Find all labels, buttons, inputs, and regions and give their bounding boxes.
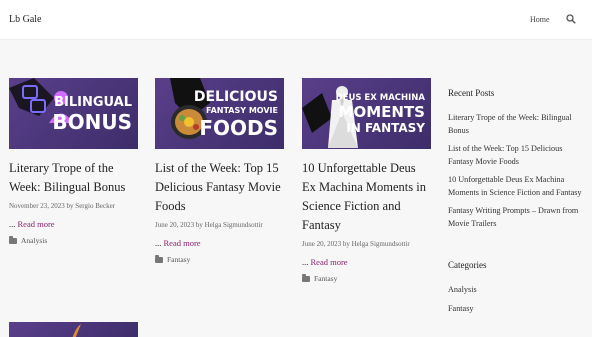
post-meta: November 23, 2023 by Sergio Becker — [9, 202, 139, 210]
post-thumbnail[interactable]: DEUS EX MACHINA MOMENTS IN FANTASY — [302, 78, 431, 149]
folder-icon — [9, 235, 17, 244]
post-title[interactable]: Literary Trope of the Week: Bilingual Bo… — [9, 159, 139, 197]
excerpt: ... Read more — [155, 238, 285, 248]
thumb-line: BILINGUAL — [54, 95, 132, 110]
post-title[interactable]: List of the Week: Top 15 Delicious Fanta… — [155, 159, 285, 216]
thumb-line: FANTASY MOVIE — [206, 106, 278, 115]
recent-post-link[interactable]: 10 Unforgettable Deus Ex Machina Moments… — [448, 174, 583, 199]
post-date[interactable]: June 20, 2023 — [155, 221, 194, 229]
thumb-line: BONUS — [52, 110, 132, 134]
excerpt-ellipsis: ... — [302, 257, 309, 267]
by-label: by — [66, 202, 74, 210]
search-icon[interactable] — [566, 14, 576, 24]
post-date[interactable]: June 20, 2023 — [302, 240, 341, 248]
post-author[interactable]: Helga Sigmundsottir — [205, 221, 263, 229]
post-thumbnail[interactable]: DELICIOUS FANTASY MOVIE FOODS — [155, 78, 284, 149]
excerpt-ellipsis: ... — [155, 238, 162, 248]
categories-widget: Categories Analysis Fantasy — [448, 260, 583, 315]
excerpt: ... Read more — [9, 219, 139, 229]
by-label: by — [342, 240, 350, 248]
feather-icon — [72, 324, 81, 337]
recent-post-link[interactable]: List of the Week: Top 15 Delicious Fanta… — [448, 143, 583, 168]
post-date[interactable]: November 23, 2023 — [9, 202, 65, 210]
excerpt-ellipsis: ... — [9, 219, 16, 229]
post-thumbnail[interactable] — [9, 322, 138, 337]
post-category: Analysis — [9, 235, 139, 245]
read-more-link[interactable]: Read more — [311, 257, 348, 267]
post-category: Fantasy — [302, 273, 432, 283]
recent-posts-title: Recent Posts — [448, 88, 495, 98]
post-author[interactable]: Sergio Becker — [75, 202, 115, 210]
excerpt: ... Read more — [302, 257, 432, 267]
nav-home-link[interactable]: Home — [530, 15, 550, 24]
post-card: BILINGUAL BONUS Literary Trope of the We… — [9, 78, 139, 245]
categories-title: Categories — [448, 260, 487, 270]
thumb-line: IN FANTASY — [346, 121, 425, 135]
post-author[interactable]: Helga Sigmundsottir — [352, 240, 410, 248]
site-header: Lb Gale Home — [0, 0, 592, 40]
site-title[interactable]: Lb Gale — [9, 14, 42, 25]
post-title[interactable]: 10 Unforgettable Deus Ex Machina Moments… — [302, 159, 432, 235]
post-meta: June 20, 2023 by Helga Sigmundsottir — [155, 221, 285, 229]
category-item[interactable]: Fantasy — [448, 303, 583, 316]
post-card: DEUS EX MACHINA MOMENTS IN FANTASY 10 Un… — [302, 78, 432, 283]
category-item[interactable]: Analysis — [448, 284, 583, 297]
by-label: by — [195, 221, 203, 229]
category-link[interactable]: Analysis — [21, 236, 47, 245]
post-thumbnail[interactable]: BILINGUAL BONUS — [9, 78, 138, 149]
thumb-line: MOMENTS — [338, 103, 425, 121]
sidebar: Recent Posts Literary Trope of the Week:… — [448, 88, 583, 321]
read-more-link[interactable]: Read more — [18, 219, 55, 229]
category-link[interactable]: Fantasy — [314, 274, 337, 283]
recent-post-link[interactable]: Fantasy Writing Prompts – Drawn from Mov… — [448, 205, 583, 230]
post-meta: June 20, 2023 by Helga Sigmundsottir — [302, 240, 432, 248]
thumb-line: DELICIOUS — [193, 89, 278, 105]
category-link[interactable]: Fantasy — [167, 255, 190, 264]
post-card: DELICIOUS FANTASY MOVIE FOODS List of th… — [155, 78, 285, 264]
folder-icon — [302, 273, 310, 282]
recent-post-link[interactable]: Literary Trope of the Week: Bilingual Bo… — [448, 112, 583, 137]
thumb-line: DEUS EX MACHINA — [335, 93, 425, 103]
read-more-link[interactable]: Read more — [164, 238, 201, 248]
thumb-line: FOODS — [199, 116, 278, 140]
folder-icon — [155, 254, 163, 263]
post-category: Fantasy — [155, 254, 285, 264]
content-area: BILINGUAL BONUS Literary Trope of the We… — [0, 40, 592, 337]
